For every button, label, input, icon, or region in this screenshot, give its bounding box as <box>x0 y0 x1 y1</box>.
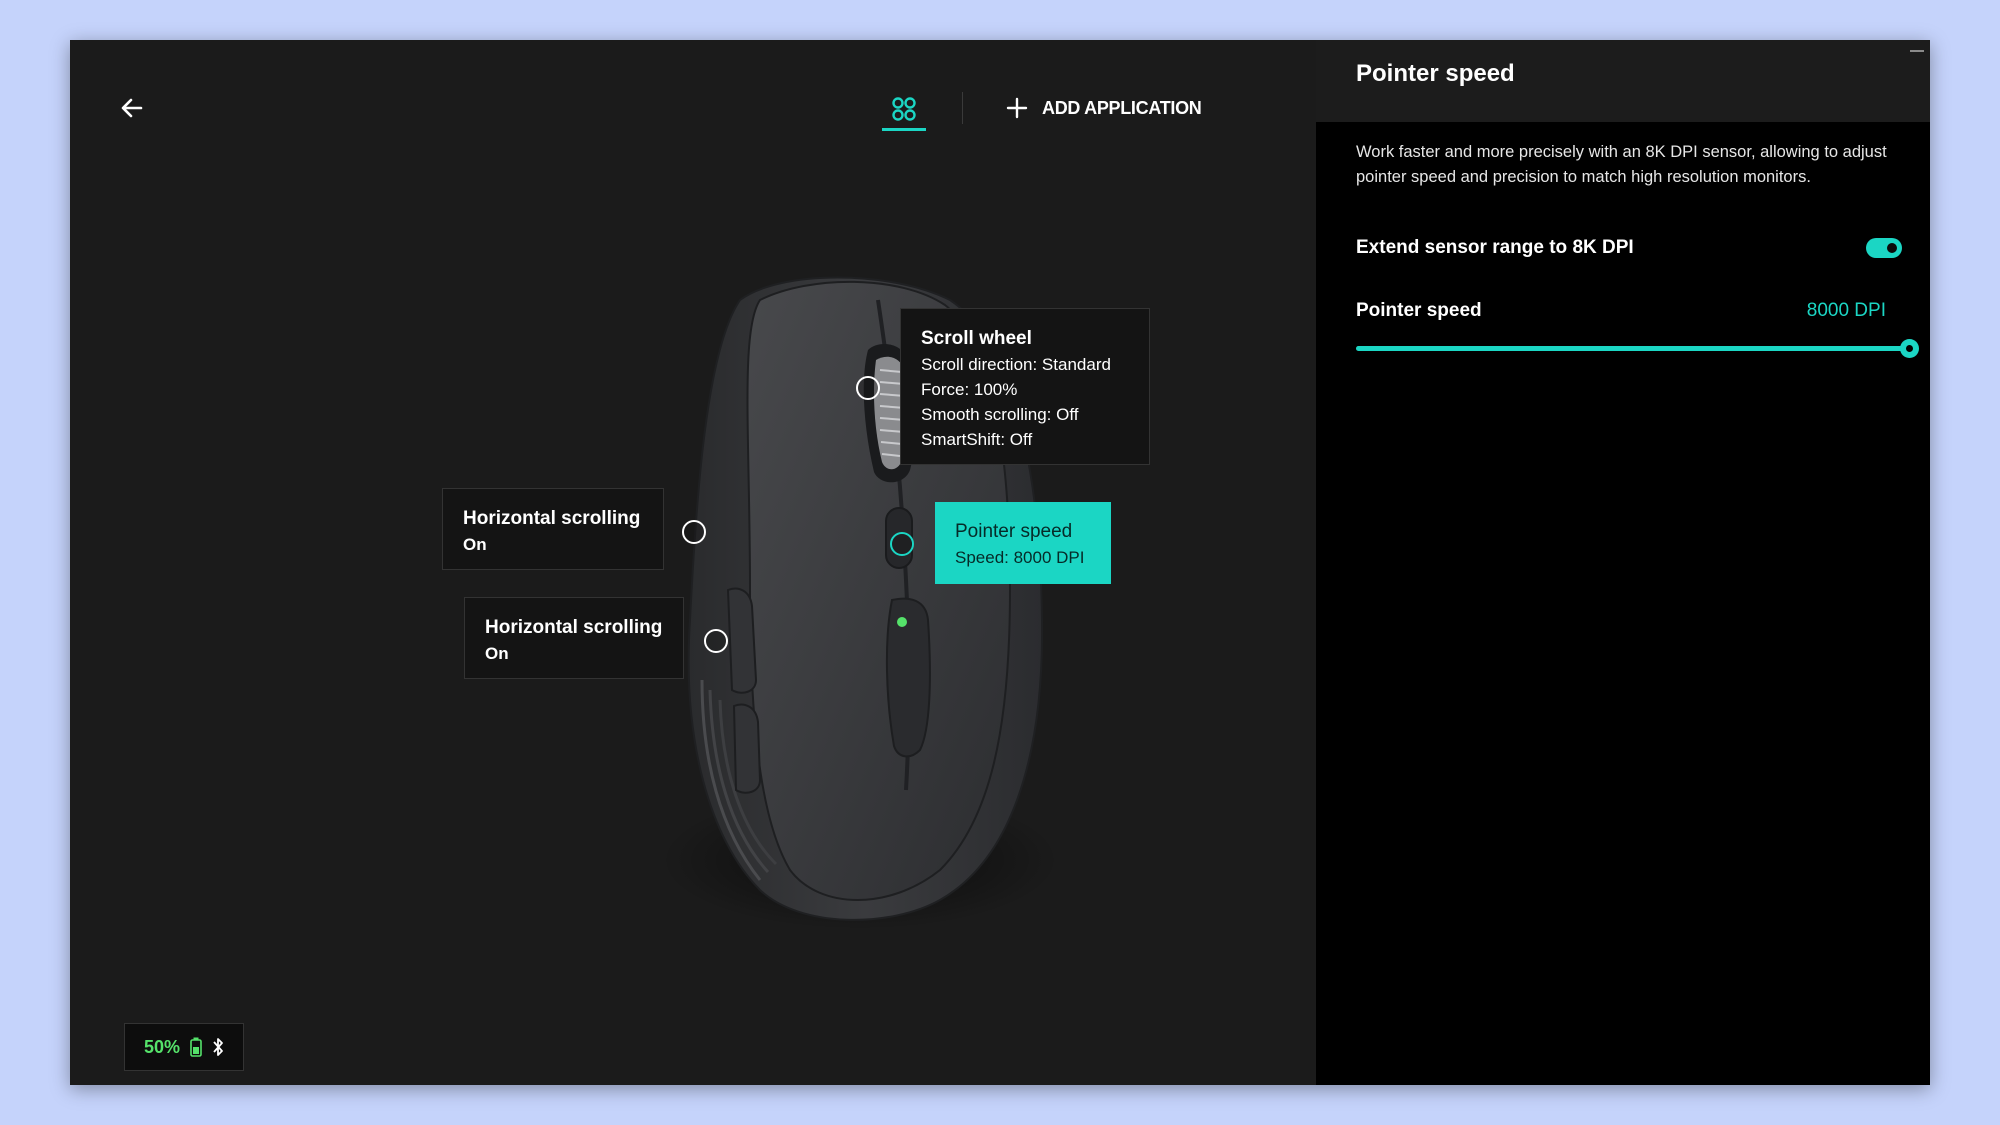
back-button[interactable] <box>114 90 150 126</box>
pointer-speed-hotspot[interactable] <box>890 532 914 556</box>
pointer-speed-value: 8000 DPI <box>1806 300 1886 321</box>
horizontal-scrolling-callout-2[interactable]: Horizontal scrolling On <box>464 597 684 679</box>
panel-header: Pointer speed <box>1316 40 1930 122</box>
panel-title: Pointer speed <box>1356 60 1515 87</box>
battery-icon <box>190 1037 202 1057</box>
callout-line: Scroll direction: Standard <box>921 355 1111 374</box>
apps-grid-icon <box>892 97 916 121</box>
bluetooth-icon <box>213 1038 223 1056</box>
add-application-label: ADD APPLICATION <box>1042 97 1202 118</box>
extend-range-toggle[interactable] <box>1866 238 1902 258</box>
pointer-speed-label: Pointer speed <box>1356 300 1482 321</box>
extend-range-label: Extend sensor range to 8K DPI <box>1356 237 1634 258</box>
callout-line: Smooth scrolling: Off <box>921 405 1079 424</box>
panel-description: Work faster and more precisely with an 8… <box>1356 143 1887 186</box>
device-view: ADD APPLICATION Scroll wheel Scroll dire… <box>70 40 1316 1085</box>
callout-value: Speed: 8000 DPI <box>955 548 1085 567</box>
slider-fill <box>1356 346 1910 351</box>
callout-value: On <box>485 644 509 663</box>
horizontal-scroll-hotspot-1[interactable] <box>682 520 706 544</box>
scroll-wheel-hotspot[interactable] <box>856 376 880 400</box>
callout-line: SmartShift: Off <box>921 430 1033 449</box>
minimize-icon[interactable] <box>1910 50 1924 52</box>
extend-range-row: Extend sensor range to 8K DPI <box>1356 230 1902 266</box>
callout-line: Force: 100% <box>921 380 1018 399</box>
battery-status: 50% <box>124 1023 244 1071</box>
callout-value: On <box>463 535 487 554</box>
add-application-button[interactable]: ADD APPLICATION <box>1006 90 1202 126</box>
slider-thumb[interactable] <box>1900 339 1919 358</box>
app-window: ADD APPLICATION Scroll wheel Scroll dire… <box>70 40 1930 1085</box>
pointer-speed-row: Pointer speed 8000 DPI <box>1356 296 1886 326</box>
active-tab-indicator <box>882 128 926 131</box>
settings-panel: Pointer speed Work faster and more preci… <box>1316 40 1930 1085</box>
pointer-speed-slider[interactable] <box>1356 339 1919 358</box>
horizontal-scrolling-callout-1[interactable]: Horizontal scrolling On <box>442 488 664 570</box>
horizontal-scroll-hotspot-2[interactable] <box>704 629 728 653</box>
battery-percent: 50% <box>143 1036 181 1057</box>
callout-title: Horizontal scrolling <box>463 508 641 529</box>
callout-title: Scroll wheel <box>921 328 1032 349</box>
callout-title: Pointer speed <box>955 521 1073 542</box>
toolbar-divider <box>962 92 963 124</box>
scroll-wheel-callout[interactable]: Scroll wheel Scroll direction: Standard … <box>900 308 1150 465</box>
plus-icon <box>1006 97 1028 119</box>
callout-title: Horizontal scrolling <box>485 617 663 638</box>
all-applications-button[interactable] <box>882 88 926 130</box>
pointer-speed-callout[interactable]: Pointer speed Speed: 8000 DPI <box>935 502 1111 584</box>
arrow-left-icon <box>121 98 143 118</box>
